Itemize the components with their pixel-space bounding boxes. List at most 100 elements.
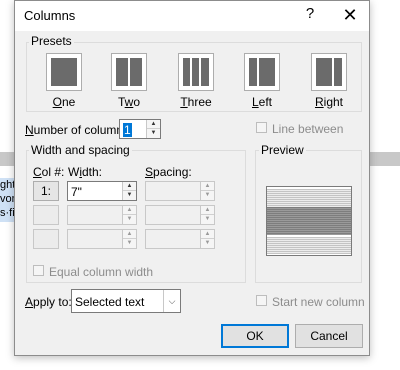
preset-right[interactable] [311, 53, 347, 91]
label-rest: dth: [82, 165, 103, 179]
preset-two[interactable] [111, 53, 147, 91]
preset-right-label[interactable]: Right [304, 95, 354, 109]
spin-down-icon[interactable]: ▼ [123, 215, 136, 224]
equal-column-width-checkbox[interactable] [33, 265, 44, 276]
apply-to-value: Selected text [75, 295, 145, 309]
col-number-3 [33, 229, 59, 249]
label-rest: ne [61, 95, 76, 109]
chevron-down-icon[interactable]: ⌵ [163, 290, 180, 312]
preset-three-icon-col [201, 58, 209, 86]
accel-key: T [180, 95, 188, 109]
background-text-line: s·fi [0, 207, 15, 219]
equal-column-width-label: Equal column width [49, 265, 154, 279]
spacing-spinner-2[interactable]: ▲ ▼ [145, 205, 215, 225]
spacing-spinner-3[interactable]: ▲ ▼ [145, 229, 215, 249]
label-rest: pply to: [33, 295, 72, 309]
preset-one-icon [51, 58, 77, 86]
width-spinner-3[interactable]: ▲ ▼ [67, 229, 137, 249]
preset-two-label[interactable]: Two [104, 95, 154, 109]
spinner-buttons: ▲ ▼ [122, 230, 136, 248]
spin-up-icon[interactable]: ▲ [123, 206, 136, 215]
start-new-column-label: Start new column [272, 295, 365, 309]
apply-to-dropdown[interactable]: Selected text ⌵ [71, 289, 181, 313]
preview-label: Preview [259, 143, 306, 157]
accel-key: L [251, 95, 259, 109]
cancel-button[interactable]: Cancel [295, 324, 363, 348]
spinner-buttons: ▲ ▼ [200, 182, 214, 200]
spin-up-icon[interactable]: ▲ [201, 230, 214, 239]
col-number-1: 1: [33, 181, 59, 201]
accel-key: C [33, 165, 42, 179]
apply-to-label: Apply to: [25, 295, 72, 309]
preset-three-icon-col [192, 58, 199, 86]
width-header: Width: [68, 165, 102, 179]
spacing-spinner-1[interactable]: ▲ ▼ [145, 181, 215, 201]
spin-down-icon[interactable]: ▼ [201, 239, 214, 248]
background-document: ght· von· s·fi [0, 0, 21, 370]
spin-down-icon[interactable]: ▼ [201, 215, 214, 224]
spinner-buttons: ▲ ▼ [200, 206, 214, 224]
width-spinner-1[interactable]: 7" ▲ ▼ [67, 181, 137, 201]
preset-one-label[interactable]: One [39, 95, 89, 109]
spin-down-icon[interactable]: ▼ [123, 239, 136, 248]
accel-key: R [314, 95, 324, 109]
close-button[interactable]: ✕ [335, 3, 365, 27]
spinner-buttons: ▲ ▼ [122, 206, 136, 224]
dialog-title: Columns [24, 8, 76, 23]
number-of-columns-value[interactable]: 1 [123, 123, 132, 137]
start-new-column-checkbox[interactable] [256, 295, 267, 306]
spacing-header: Spacing: [145, 165, 192, 179]
label-pre: T [117, 95, 125, 109]
label-rest: ol #: [41, 165, 65, 179]
spin-up-icon[interactable]: ▲ [147, 120, 160, 129]
preview-selected-text [267, 207, 351, 235]
line-between-label: Line between [272, 122, 344, 136]
spin-up-icon[interactable]: ▲ [201, 182, 214, 191]
accel-key: N [25, 123, 34, 137]
presets-label: Presets [29, 34, 74, 48]
preset-one[interactable] [46, 53, 82, 91]
line-between-checkbox[interactable] [256, 122, 267, 133]
accel-key: O [52, 95, 62, 109]
preset-right-icon-col [334, 58, 342, 86]
preset-left-icon-col [259, 58, 275, 86]
preset-three-icon [183, 58, 190, 86]
columns-dialog: Columns ? ✕ Presets One Two Three Left R… [14, 0, 370, 356]
spin-down-icon[interactable]: ▼ [123, 191, 136, 200]
preset-left[interactable] [244, 53, 280, 91]
width-spinner-2[interactable]: ▲ ▼ [67, 205, 137, 225]
preset-left-icon [249, 58, 257, 86]
label-rest: eft [258, 95, 273, 109]
ok-button[interactable]: OK [221, 324, 289, 348]
spin-up-icon[interactable]: ▲ [123, 182, 136, 191]
label-pre: W [68, 165, 80, 179]
preset-three[interactable] [178, 53, 214, 91]
spin-up-icon[interactable]: ▲ [123, 230, 136, 239]
spinner-buttons: ▲ ▼ [122, 182, 136, 200]
preview-image [266, 186, 352, 256]
width-value-1[interactable]: 7" [71, 185, 82, 199]
background-ruler [0, 152, 14, 166]
width-spacing-label: Width and spacing [29, 143, 132, 157]
preset-two-icon-col [130, 58, 142, 86]
number-of-columns-spinner[interactable]: 1 ▲ ▼ [119, 119, 161, 139]
title-bar: Columns ? ✕ [15, 1, 369, 31]
label-rest: ight [323, 95, 344, 109]
preset-right-icon [316, 58, 332, 86]
col-number-header: Col #: [33, 165, 64, 179]
spin-down-icon[interactable]: ▼ [201, 191, 214, 200]
spinner-buttons: ▲ ▼ [146, 120, 160, 138]
preset-left-label[interactable]: Left [237, 95, 287, 109]
accel-key: S [145, 165, 154, 179]
preset-two-icon [116, 58, 128, 86]
preview-text-before [267, 189, 351, 207]
accel-key: A [25, 295, 34, 309]
label-rest: o [133, 95, 141, 109]
label-rest: umber of columns: [33, 123, 133, 137]
preset-three-label[interactable]: Three [171, 95, 221, 109]
help-button[interactable]: ? [302, 5, 318, 22]
preview-text-after [267, 237, 351, 254]
number-of-columns-label: Number of columns: [25, 123, 132, 137]
spin-up-icon[interactable]: ▲ [201, 206, 214, 215]
spin-down-icon[interactable]: ▼ [147, 129, 160, 138]
